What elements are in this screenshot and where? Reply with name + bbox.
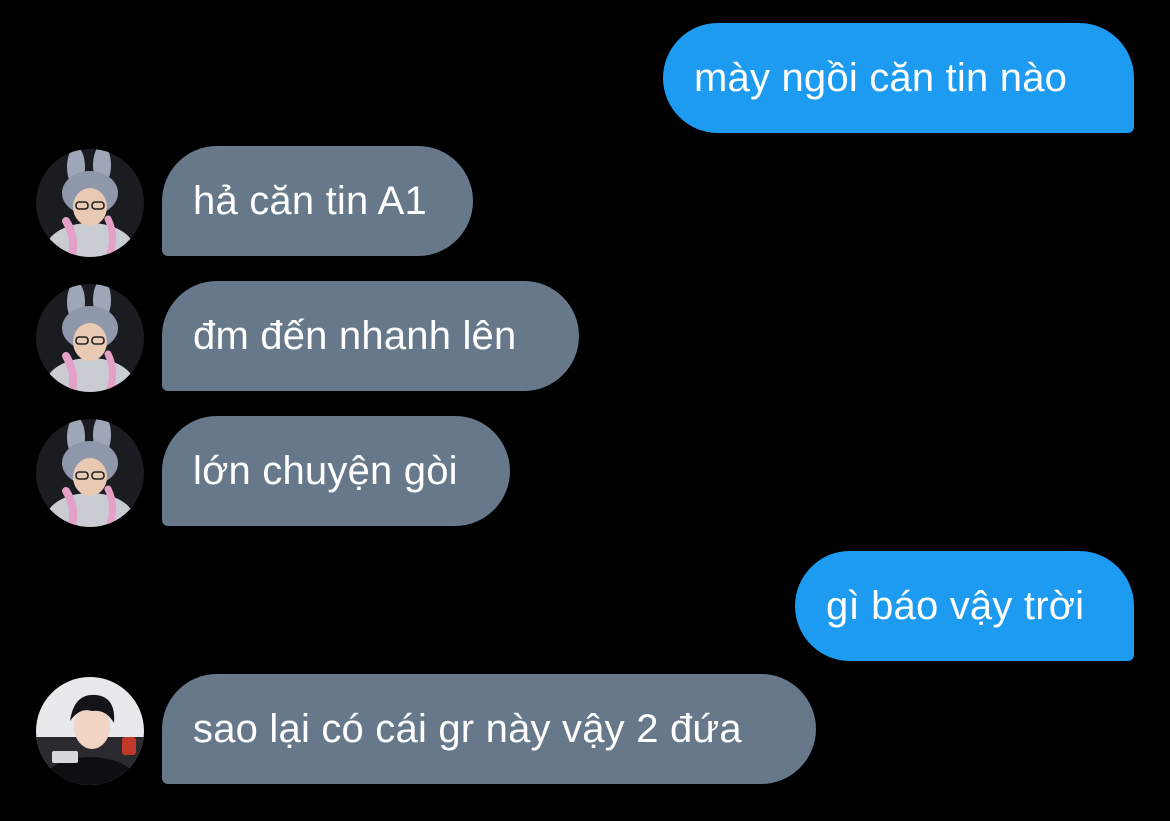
message-text: gì báo vậy trời (826, 583, 1085, 628)
message-bubble-incoming[interactable]: hả căn tin A1 (162, 146, 473, 256)
message-bubble-incoming[interactable]: đm đến nhanh lên (162, 281, 579, 391)
message-text: lớn chuyện gòi (193, 448, 458, 493)
sender-avatar[interactable] (36, 284, 144, 392)
bunny-hat-avatar-icon (36, 284, 144, 392)
message-bubble-incoming[interactable]: lớn chuyện gòi (162, 416, 510, 526)
sender-avatar[interactable] (36, 149, 144, 257)
message-text: sao lại có cái gr này vậy 2 đứa (193, 706, 742, 751)
sender-avatar[interactable] (36, 677, 144, 785)
bunny-hat-avatar-icon (36, 419, 144, 527)
message-text: mày ngồi căn tin nào (694, 55, 1068, 100)
dark-hair-avatar-icon (36, 677, 144, 785)
message-bubble-outgoing[interactable]: gì báo vậy trời (795, 551, 1134, 661)
sender-avatar[interactable] (36, 419, 144, 527)
message-text: đm đến nhanh lên (193, 313, 517, 358)
message-bubble-outgoing[interactable]: mày ngồi căn tin nào (663, 23, 1134, 133)
message-bubble-incoming[interactable]: sao lại có cái gr này vậy 2 đứa (162, 674, 816, 784)
message-text: hả căn tin A1 (193, 178, 427, 223)
bunny-hat-avatar-icon (36, 149, 144, 257)
